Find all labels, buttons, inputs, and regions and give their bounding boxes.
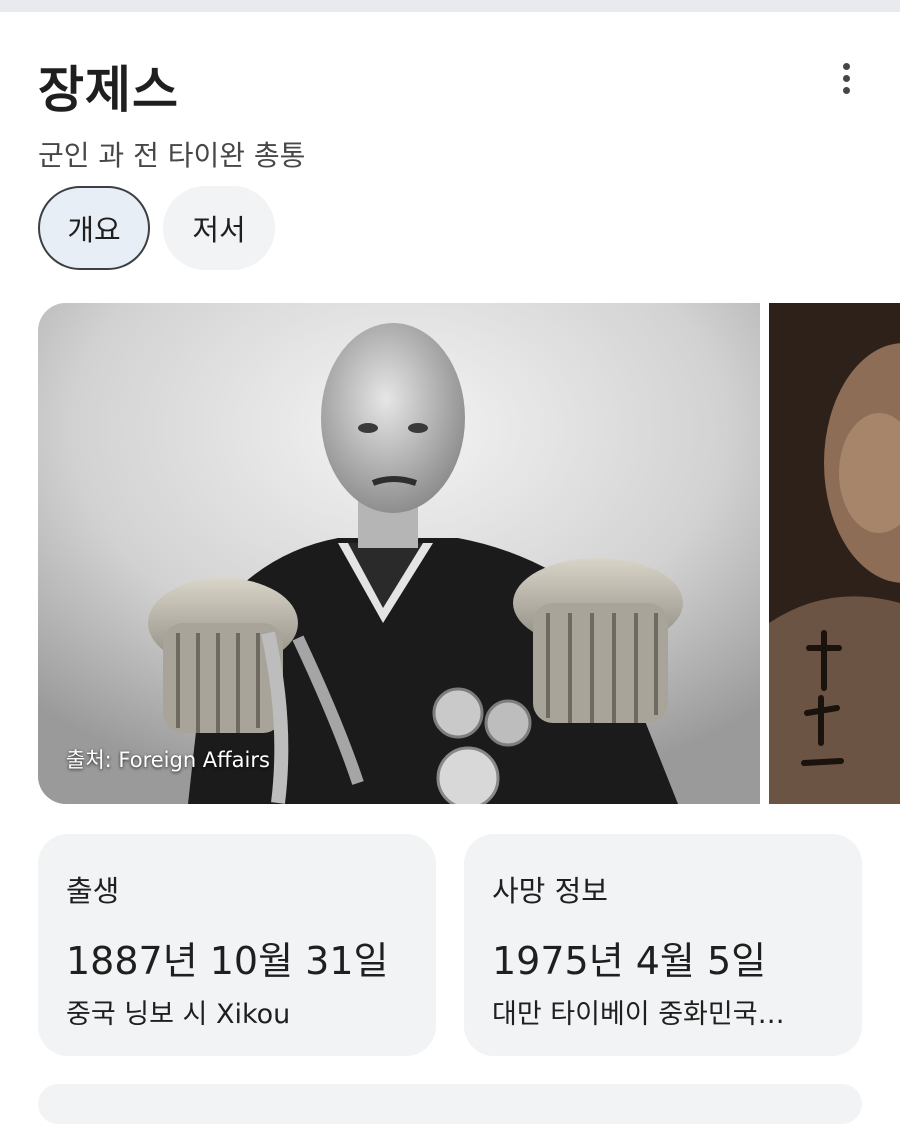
portrait-drawing (38, 303, 760, 804)
image-credit: 출처: Foreign Affairs (66, 748, 270, 772)
tab-overview[interactable]: 개요 (38, 186, 150, 270)
death-label: 사망 정보 (492, 874, 608, 908)
death-card[interactable]: 사망 정보 1975년 4월 5일 대만 타이베이 중화민국… (464, 834, 862, 1056)
more-options-button[interactable] (828, 60, 864, 96)
death-date: 1975년 4월 5일 (492, 939, 767, 983)
tab-works[interactable]: 저서 (163, 186, 275, 270)
entity-subtitle: 군인 과 전 타이완 총통 (38, 139, 306, 172)
more-vert-icon (842, 62, 850, 70)
next-card-partial (38, 1084, 862, 1124)
entity-title: 장제스 (38, 61, 179, 119)
death-place: 대만 타이베이 중화민국… (492, 999, 785, 1030)
main-portrait-image[interactable] (38, 303, 760, 804)
birth-date: 1887년 10월 31일 (66, 939, 389, 983)
birth-place: 중국 닝보 시 Xikou (66, 999, 291, 1030)
birth-card[interactable]: 출생 1887년 10월 31일 중국 닝보 시 Xikou (38, 834, 436, 1056)
side-portrait-image[interactable] (769, 303, 900, 804)
birth-label: 출생 (66, 874, 120, 908)
top-divider-strip (0, 0, 900, 12)
side-portrait-drawing (769, 303, 900, 804)
